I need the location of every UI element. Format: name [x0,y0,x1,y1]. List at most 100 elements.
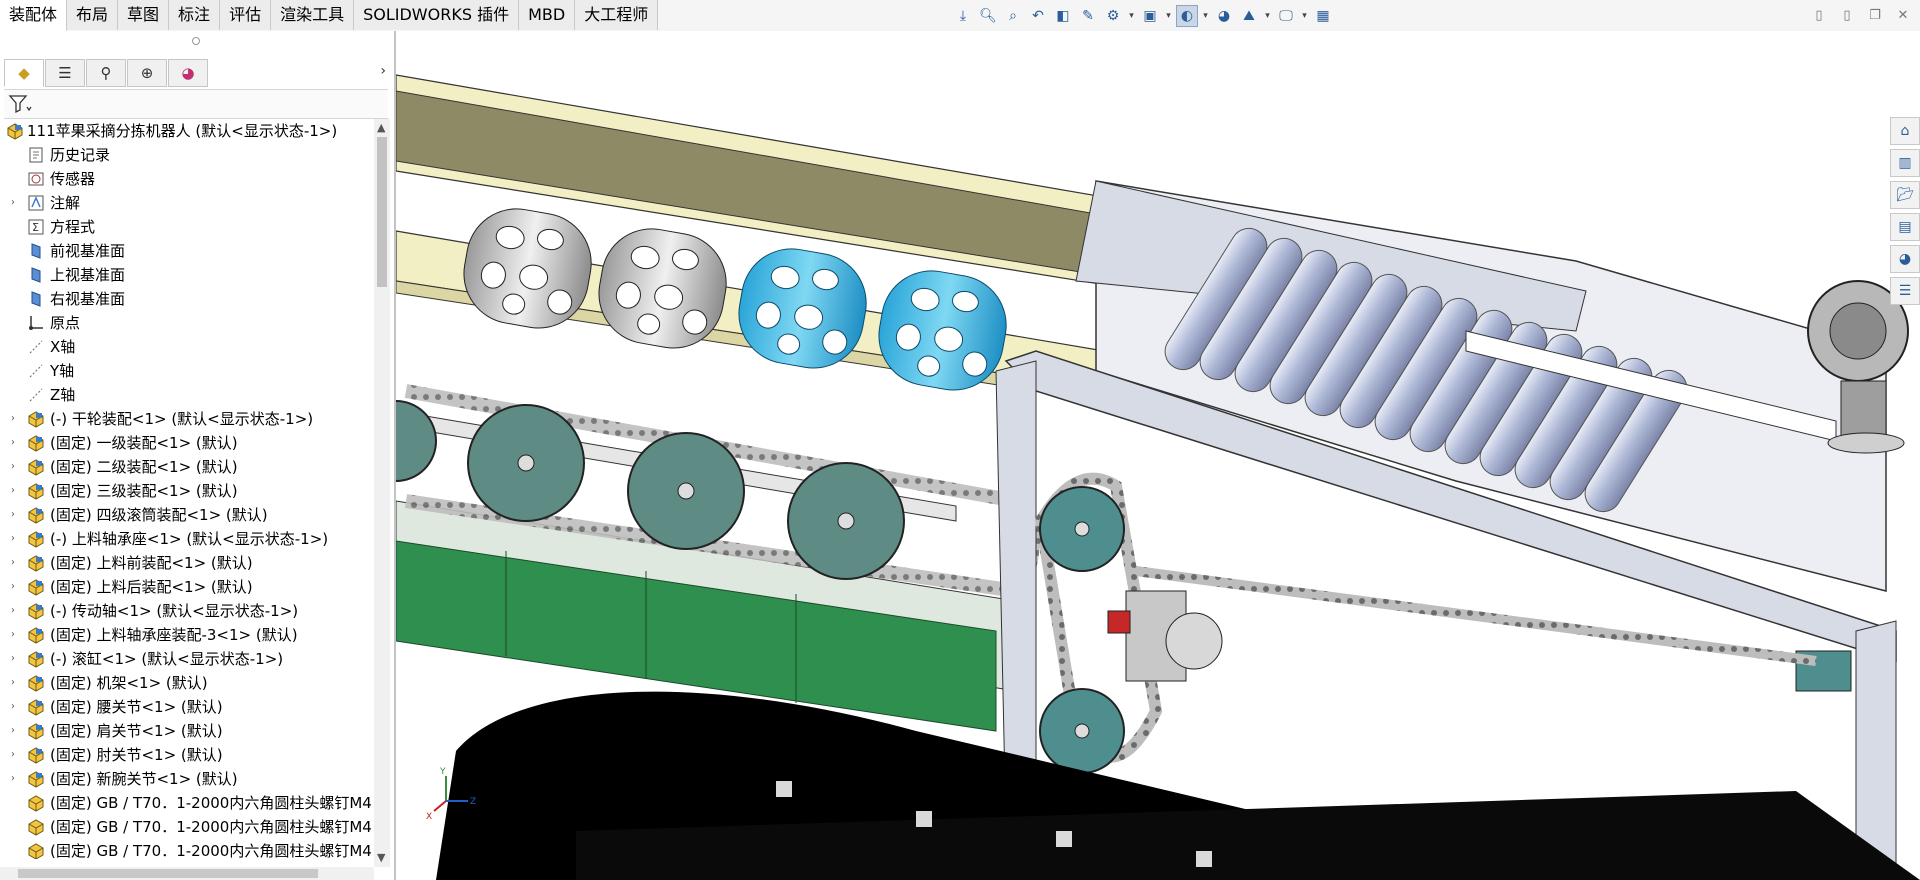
dropdown-caret-icon[interactable]: ▾ [1300,5,1309,27]
expand-arrow-icon[interactable]: › [8,671,18,695]
expand-arrow-icon[interactable]: › [8,599,18,623]
scroll-down-icon[interactable]: ▼ [377,851,385,864]
tree-item[interactable]: › (固定) 肩关节<1> (默认) [0,719,374,743]
graphics-area[interactable]: Y Z X ⌂ ▥ 📂︎ ▤ ◕ ☰ [396,31,1920,880]
tab-8[interactable]: 大工程师 [575,0,659,30]
dynamic-annotation-icon[interactable]: ✎ [1077,5,1099,27]
tree-item[interactable]: › (固定) 机架<1> (默认) [0,671,374,695]
tab-6[interactable]: SOLIDWORKS 插件 [354,0,520,30]
tab-2[interactable]: 草图 [118,0,170,30]
design-library-icon[interactable]: ▥ [1890,149,1920,177]
tile-right-icon[interactable]: ▯ [1838,6,1856,24]
tree-item[interactable]: (固定) GB / T70．1-2000内六角圆柱头螺钉M4× [0,815,374,839]
dropdown-caret-icon[interactable]: ▾ [1164,5,1173,27]
cube-icon[interactable]: ▦ [1312,5,1334,27]
tree-item[interactable]: › (固定) 四级滚筒装配<1> (默认) [0,503,374,527]
expand-arrow-icon[interactable]: › [8,455,18,479]
dimxpert-icon[interactable]: ⊕ [127,59,167,87]
tab-3[interactable]: 标注 [169,0,221,30]
file-explorer-icon[interactable]: 📂︎ [1890,181,1920,209]
tree-item[interactable]: › (固定) 上料前装配<1> (默认) [0,551,374,575]
tree-item[interactable]: 上视基准面 [0,263,374,287]
tree-item[interactable]: 历史记录 [0,143,374,167]
expand-arrow-icon[interactable]: › [8,551,18,575]
tree-item[interactable]: › (固定) 腰关节<1> (默认) [0,695,374,719]
restore-icon[interactable]: ❐ [1866,6,1884,24]
view-settings-icon[interactable]: ⚙ [1102,5,1124,27]
tab-7[interactable]: MBD [519,0,576,30]
tab-0[interactable]: 装配体 [0,0,68,31]
expand-arrow-icon[interactable]: › [8,191,18,215]
tree-item[interactable]: Σ 方程式 [0,215,374,239]
filter-icon[interactable] [8,94,32,114]
expand-arrow-icon[interactable]: › [8,527,18,551]
property-manager-icon[interactable]: ☰ [45,59,85,87]
scroll-thumb[interactable] [18,869,318,878]
tile-left-icon[interactable]: ▯ [1810,6,1828,24]
tree-item[interactable]: › (-) 传动轴<1> (默认<显示状态-1>) [0,599,374,623]
section-view-icon[interactable]: ◧ [1052,5,1074,27]
tree-item[interactable]: Y轴 [0,359,374,383]
tab-1[interactable]: 布局 [67,0,119,30]
display-style-icon[interactable]: ▣ [1139,5,1161,27]
expand-arrow-icon[interactable]: › [8,767,18,791]
tree-root[interactable]: 111苹果采摘分拣机器人 (默认<显示状态-1>) [0,119,374,143]
tree-filter-bar[interactable] [4,89,388,119]
expand-arrow-icon[interactable]: › [8,695,18,719]
tree-item[interactable]: › (固定) 新腕关节<1> (默认) [0,767,374,791]
feature-tree-icon[interactable]: ◆ [4,59,44,87]
tab-5[interactable]: 渲染工具 [271,0,355,30]
tree-item[interactable]: › (-) 滚缸<1> (默认<显示状态-1>) [0,647,374,671]
display-manager-icon[interactable]: ◕ [168,59,208,87]
tree-item[interactable]: (固定) GB / T70．1-2000内六角圆柱头螺钉M4× [0,839,374,859]
tree-item[interactable]: › (固定) 上料轴承座装配-3<1> (默认) [0,623,374,647]
hide-show-icon[interactable]: ◐ [1176,5,1198,27]
tree-item[interactable]: › (固定) 三级装配<1> (默认) [0,479,374,503]
configuration-icon[interactable]: ⚲ [86,59,126,87]
zoom-to-fit-icon[interactable]: 🔍︎ [977,5,999,27]
tree-item[interactable]: 前视基准面 [0,239,374,263]
expand-arrow-icon[interactable]: › [8,479,18,503]
previous-view-icon[interactable]: ↶ [1027,5,1049,27]
tree-item[interactable]: › (-) 上料轴承座<1> (默认<显示状态-1>) [0,527,374,551]
tree-item[interactable]: › (固定) 上料后装配<1> (默认) [0,575,374,599]
expand-arrow-icon[interactable]: › [8,407,18,431]
tree-item[interactable]: Z轴 [0,383,374,407]
tree-item[interactable]: 原点 [0,311,374,335]
expand-arrow-icon[interactable]: › [8,743,18,767]
tree-item[interactable]: › (-) 干轮装配<1> (默认<显示状态-1>) [0,407,374,431]
tree-vertical-scrollbar[interactable]: ▲ ▼ [374,119,390,867]
tree-item[interactable]: X轴 [0,335,374,359]
expand-arrow-icon[interactable]: › [8,431,18,455]
tree-horizontal-scrollbar[interactable] [0,867,374,880]
close-icon[interactable]: ✕ [1894,6,1912,24]
dropdown-caret-icon[interactable]: ▾ [1263,5,1272,27]
tree-item[interactable]: 传感器 [0,167,374,191]
tree-item[interactable]: (固定) GB / T70．1-2000内六角圆柱头螺钉M4× [0,791,374,815]
home-icon[interactable]: ⌂ [1890,117,1920,145]
panel-grip[interactable] [192,37,200,45]
apply-scene-icon[interactable]: ⛰ [1238,5,1260,27]
expand-arrow-icon[interactable]: › [8,503,18,527]
custom-properties-icon[interactable]: ☰ [1890,277,1920,305]
view-setting-monitor-icon[interactable]: 🖵 [1275,5,1297,27]
dropdown-caret-icon[interactable]: ▾ [1201,5,1210,27]
expand-arrow-icon[interactable]: › [8,623,18,647]
tab-4[interactable]: 评估 [220,0,272,30]
edit-appearance-icon[interactable]: ◕ [1213,5,1235,27]
expand-arrow-icon[interactable]: › [8,719,18,743]
crawler-track[interactable] [436,651,1920,880]
tree-item[interactable]: 右视基准面 [0,287,374,311]
appearances-icon[interactable]: ◕ [1890,245,1920,273]
scroll-thumb[interactable] [377,137,387,287]
expand-arrow-icon[interactable]: › [8,575,18,599]
tree-item[interactable]: › (固定) 一级装配<1> (默认) [0,431,374,455]
tree-item[interactable]: › (固定) 二级装配<1> (默认) [0,455,374,479]
expand-arrow-icon[interactable]: › [8,647,18,671]
model-viewport[interactable]: Y Z X [396,31,1920,880]
chevron-right-icon[interactable]: › [380,63,386,79]
zoom-area-icon[interactable]: ⌕ [1002,5,1024,27]
dropdown-caret-icon[interactable]: ▾ [1127,5,1136,27]
view-orientation-icon[interactable]: ⤓ [952,5,974,27]
scroll-up-icon[interactable]: ▲ [377,121,385,134]
